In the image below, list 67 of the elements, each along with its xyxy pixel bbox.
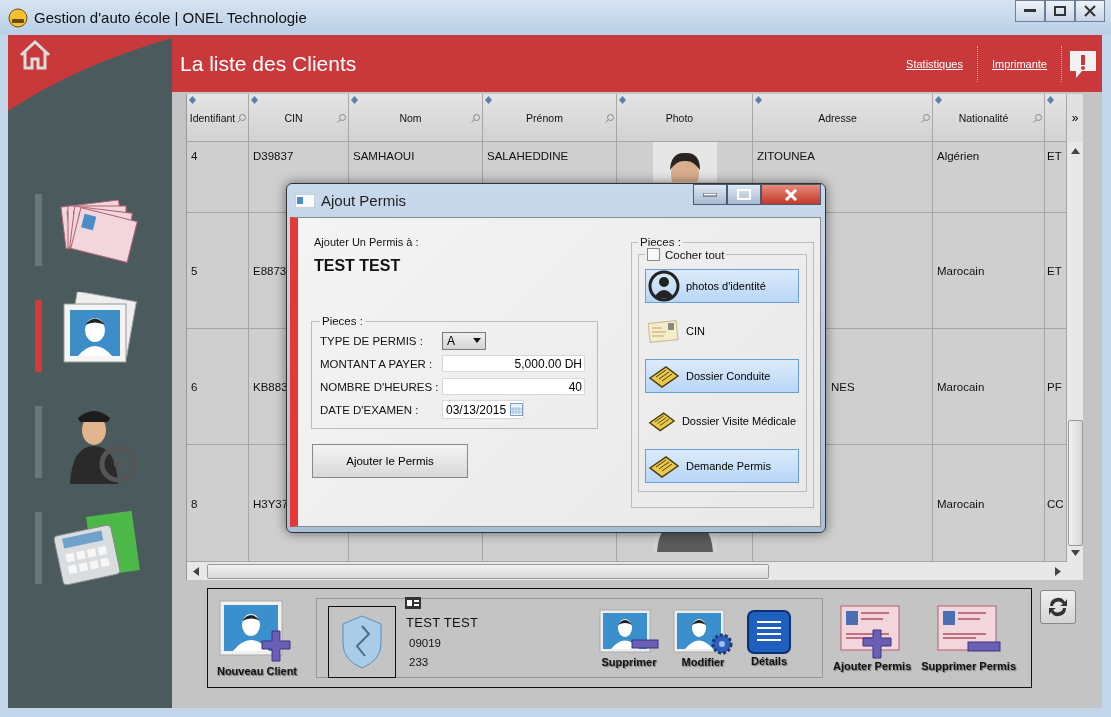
client-code: 09019 [409, 637, 442, 649]
table-cell: E8873 [253, 265, 287, 277]
table-cell: KB883 [253, 381, 288, 393]
header-link[interactable]: Imprimante [991, 57, 1047, 70]
piece-toggle[interactable]: Dossier Conduite [645, 359, 799, 393]
column-header[interactable]: Nationalité [933, 94, 1045, 142]
column-label: Prénom [526, 111, 563, 124]
table-cell: SAMHAOUI [353, 150, 415, 162]
field-label: DATE D'EXAMEN : [320, 403, 420, 416]
toolbar-button[interactable]: Détails [746, 609, 792, 667]
field-label: NOMBRE D'HEURES : [320, 380, 440, 393]
toolbar-button[interactable]: Ajouter Permis [833, 604, 912, 672]
client-name: TEST TEST [314, 257, 401, 275]
column-header[interactable]: Prénom [483, 94, 617, 142]
table-cell: ET [1047, 150, 1062, 162]
checkbox-label: Cocher tout [665, 248, 725, 261]
column-label: CIN [284, 111, 303, 124]
column-label: Identifiant [189, 111, 236, 124]
piece-toggle[interactable]: Demande Permis [645, 449, 799, 483]
table-cell: 5 [191, 265, 198, 277]
table-cell: Marocain [937, 381, 985, 393]
new-client-button[interactable]: Nouveau Client [212, 599, 302, 677]
table-cell: Algérien [937, 150, 980, 162]
table-cell: ZITOUNEA [757, 150, 815, 162]
column-header[interactable]: CIN [249, 94, 349, 142]
column-label: Nom [399, 111, 422, 124]
submit-button[interactable]: Ajouter le Permis [312, 444, 468, 478]
date-field[interactable]: 03/13/2015 [442, 400, 524, 419]
column-header[interactable]: Nom [349, 94, 483, 142]
page-title: La liste des Clients [180, 51, 357, 76]
table-cell: Marocain [937, 497, 985, 510]
piece-toggle[interactable]: photos d'identité [645, 269, 799, 303]
group-label: Pieces : [321, 315, 364, 327]
dropdown[interactable]: A [442, 331, 486, 350]
header-link[interactable]: Statistiques [906, 57, 963, 70]
toolbar-button[interactable]: Supprimer [598, 608, 660, 668]
dialog-title: Ajout Permis [321, 192, 407, 209]
piece-toggle[interactable]: CIN [645, 314, 799, 348]
toolbar-button[interactable]: Supprimer Permis [921, 604, 1016, 672]
piece-toggle[interactable]: Dossier Visite Médicale [645, 404, 799, 438]
table-cell: NES [831, 381, 855, 393]
table-cell: ET [1047, 265, 1062, 277]
window-title: Gestion d'auto école | ONEL Technologie [34, 9, 307, 26]
column-label: Adresse [818, 111, 857, 124]
table-cell: PF [1047, 381, 1062, 393]
table-cell: 4 [191, 150, 198, 162]
table-cell: Marocain [937, 265, 985, 277]
field-label: MONTANT A PAYER : [320, 357, 434, 370]
table-cell: D39837 [253, 150, 294, 162]
toolbar-button[interactable]: Modifier [672, 608, 734, 668]
input-field[interactable]: 5,000.00 DH [442, 355, 585, 372]
table-cell: 8 [191, 497, 198, 510]
column-label: Photo [665, 111, 694, 124]
column-header[interactable]: Photo [617, 94, 753, 142]
input-field[interactable]: 40 [442, 378, 585, 395]
table-cell: CC [1047, 497, 1064, 510]
table-cell: SALAHEDDINE [487, 150, 569, 162]
more-columns-button[interactable]: » [1067, 94, 1083, 142]
prompt-label: Ajouter Un Permis à : [314, 236, 419, 248]
column-header[interactable]: Adresse [753, 94, 933, 142]
client-name: TEST TEST [406, 615, 480, 630]
column-header[interactable]: Identifiant [187, 94, 249, 142]
table-cell: 6 [191, 381, 198, 393]
field-label: TYPE DE PERMIS : [320, 334, 424, 347]
client-number: 233 [409, 656, 430, 668]
group-label: Pieces : [639, 236, 682, 248]
column-label: Nationalité [958, 111, 1009, 124]
